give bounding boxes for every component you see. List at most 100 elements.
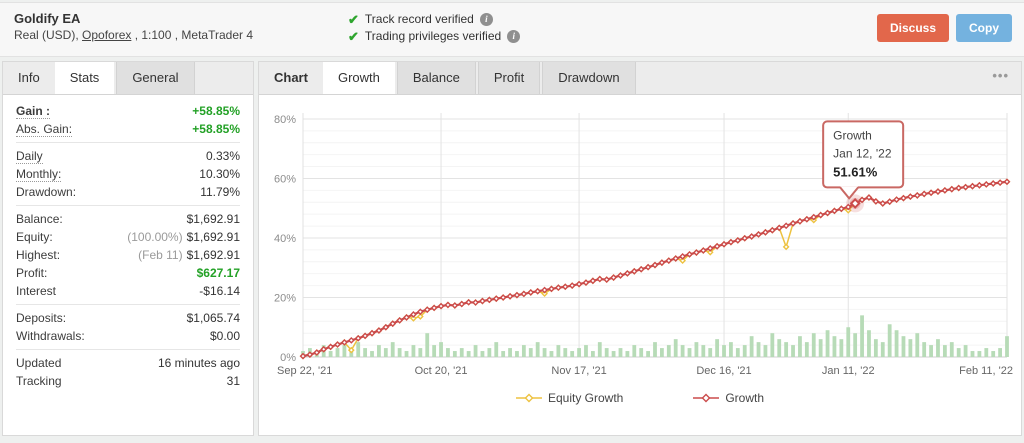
check-icon: ✔ [348,11,359,28]
stat-value-text: 0.33% [206,149,240,163]
check-icon: ✔ [348,28,359,45]
svg-text:40%: 40% [274,233,296,245]
chart-label: Chart [259,62,323,94]
stat-value-text: 11.79% [200,185,240,199]
stat-value: $1,065.74 [187,311,240,325]
svg-text:80%: 80% [274,114,296,126]
stat-value: (100.00%) $1,692.91 [127,230,240,244]
stat-value: 10.30% [199,167,240,181]
stat-label: Abs. Gain: [16,122,72,137]
svg-text:Feb 11, '22: Feb 11, '22 [959,365,1013,377]
stat-row: Deposits:$1,065.74 [16,309,240,327]
svg-text:Jan 12, '22: Jan 12, '22 [833,146,892,160]
stat-label: Monthly: [16,167,61,182]
stat-label: Gain : [16,104,50,119]
broker-link[interactable]: Opoforex [82,28,131,42]
stat-row: Monthly: 10.30% [16,165,240,183]
stat-row: Abs. Gain:+58.85% [16,120,240,138]
stat-row: Equity: (100.00%) $1,692.91 [16,228,240,246]
tab-drawdown[interactable]: Drawdown [542,62,635,94]
stat-value: 16 minutes ago [158,356,240,370]
stat-value-text: 16 minutes ago [158,356,240,370]
stat-value: $1,692.91 [187,212,240,226]
sidebar-tabbar: Info Stats General [3,62,253,95]
account-meta: , 1:100 , MetaTrader 4 [131,28,253,42]
growth-chart-svg[interactable]: 0%20%40%60%80%Sep 22, '21Oct 20, '21Nov … [259,97,1021,383]
tab-balance[interactable]: Balance [397,62,476,94]
stat-value: $0.00 [210,329,240,343]
legend-marker-icon [693,393,719,403]
stat-value-text: $627.17 [197,266,240,280]
tab-info[interactable]: Info [3,62,55,94]
stat-row: Daily 0.33% [16,147,240,165]
legend-marker-icon [516,393,542,403]
legend-item-equity-growth[interactable]: Equity Growth [516,391,623,405]
account-type: Real (USD), [14,28,82,42]
section-divider [16,205,240,206]
stat-label: Interest [16,284,56,298]
stat-row: Gain : +58.85% [16,102,240,120]
stat-value-text: +58.85% [192,104,240,118]
stat-row: Balance:$1,692.91 [16,210,240,228]
stat-label: Equity: [16,230,53,244]
stats-rows: Gain : +58.85% Abs. Gain:+58.85% Daily 0.33%… [3,95,253,390]
svg-text:60%: 60% [274,173,296,185]
stat-row: Interest -$16.14 [16,282,240,300]
tab-stats[interactable]: Stats [55,62,115,94]
chart-legend: Equity Growth Growth [259,391,1021,405]
stat-label: Drawdown: [16,185,76,199]
account-identity: Goldify EA Real (USD), Opoforex , 1:100 … [14,11,253,44]
svg-text:Growth: Growth [833,128,872,142]
stat-row: Profit:$627.17 [16,264,240,282]
stat-row: Drawdown: 11.79% [16,183,240,201]
myfxbook-account-page: Goldify EA Real (USD), Opoforex , 1:100 … [0,2,1024,436]
stat-value-note: (Feb 11) [138,248,182,262]
stat-value: -$16.14 [199,284,240,298]
stat-label: Withdrawals: [16,329,85,343]
svg-text:51.61%: 51.61% [833,164,878,179]
stats-sidebar: Info Stats General Gain : +58.85% Abs. Gai… [2,61,254,436]
account-subtitle: Real (USD), Opoforex , 1:100 , MetaTrade… [14,27,253,44]
stat-value-note: (100.00%) [127,230,182,244]
svg-text:20%: 20% [274,292,296,304]
info-icon[interactable]: i [480,13,493,26]
stat-label: Daily [16,149,43,164]
account-header: Goldify EA Real (USD), Opoforex , 1:100 … [0,2,1024,57]
discuss-button[interactable]: Discuss [877,14,949,42]
stat-label: Highest: [16,248,60,262]
growth-chart: 0%20%40%60%80%Sep 22, '21Oct 20, '21Nov … [259,95,1021,405]
svg-text:0%: 0% [280,352,296,364]
stat-value-text: $0.00 [210,329,240,343]
stat-value: 31 [227,374,240,388]
copy-button[interactable]: Copy [956,14,1012,42]
main-content: Info Stats General Gain : +58.85% Abs. Gai… [0,57,1024,436]
chart-tabbar: Chart Growth Balance Profit Drawdown ••• [259,62,1021,95]
stat-row: Withdrawals: $0.00 [16,327,240,345]
tab-profit[interactable]: Profit [478,62,540,94]
stat-label: Tracking [16,374,62,388]
stat-value: 11.79% [200,185,240,199]
stat-label: Updated [16,356,61,370]
chart-panel: Chart Growth Balance Profit Drawdown •••… [258,61,1022,436]
trading-privileges-label: Trading privileges verified [365,28,501,45]
stat-value: (Feb 11)$1,692.91 [138,248,240,262]
stat-value-text: $1,065.74 [187,311,240,325]
svg-text:Dec 16, '21: Dec 16, '21 [696,365,751,377]
stat-value: $627.17 [197,266,240,280]
header-actions: Discuss Copy [877,11,1012,42]
stat-value-text: $1,692.91 [187,230,240,244]
section-divider [16,142,240,143]
stat-value-text: 31 [227,374,240,388]
stat-row: Highest: (Feb 11)$1,692.91 [16,246,240,264]
stat-value-text: $1,692.91 [187,212,240,226]
legend-item-growth[interactable]: Growth [693,391,764,405]
track-record-verified: ✔ Track record verified i [348,11,520,28]
stat-row: Tracking 31 [16,372,240,390]
svg-text:Jan 11, '22: Jan 11, '22 [822,365,875,377]
track-record-label: Track record verified [365,11,474,28]
info-icon[interactable]: i [507,30,520,43]
section-divider [16,349,240,350]
tab-growth[interactable]: Growth [323,62,395,94]
chart-menu-icon[interactable]: ••• [992,62,1021,94]
tab-general[interactable]: General [116,62,194,94]
